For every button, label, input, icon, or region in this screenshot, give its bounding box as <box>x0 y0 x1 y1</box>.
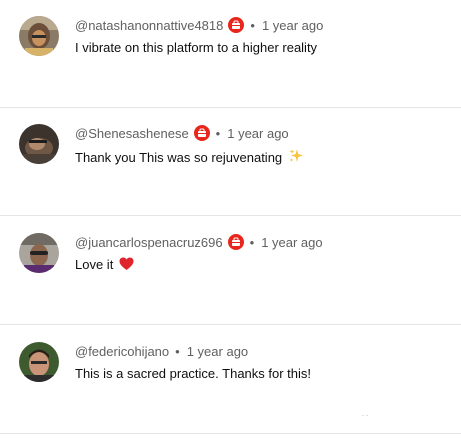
separator-dot: • <box>250 17 255 33</box>
member-badge-icon <box>193 125 210 141</box>
member-badge-icon <box>227 234 244 250</box>
comment-item: @Shenesashenese • 1 year ago Thank you T… <box>0 108 461 216</box>
comment-header: @juancarlospenacruz696 • 1 year ago <box>75 233 323 251</box>
member-badge-icon <box>228 17 245 33</box>
comment-text: This is a sacred practice. Thanks for th… <box>75 366 311 381</box>
separator-dot: • <box>215 125 221 141</box>
avatar-image <box>19 16 59 56</box>
comment-text-body: Love it <box>75 257 114 272</box>
comment-text-body: Thank you This was so rejuvenating <box>75 150 283 165</box>
comment-text: Love it <box>75 257 134 272</box>
comment-header: @natashanonnattive4818 • 1 year ago <box>75 16 323 34</box>
comment-timestamp[interactable]: 1 year ago <box>187 344 248 359</box>
avatar[interactable] <box>19 16 59 56</box>
comment-item: @federicohijano • 1 year ago This is a s… <box>0 326 461 434</box>
sparkles-icon <box>288 148 304 164</box>
avatar-image <box>19 342 59 382</box>
comment-text-body: I vibrate on this platform to a higher r… <box>75 40 318 55</box>
author-handle[interactable]: @federicohijano <box>75 344 169 359</box>
comment-list: @natashanonnattive4818 • 1 year ago I vi… <box>0 0 461 440</box>
separator-dot: • <box>175 343 180 359</box>
comment-timestamp[interactable]: 1 year ago <box>262 18 323 33</box>
avatar-image <box>19 124 59 164</box>
avatar[interactable] <box>19 233 59 273</box>
author-handle[interactable]: @Shenesashenese <box>75 126 189 141</box>
avatar[interactable] <box>19 342 59 382</box>
comment-timestamp[interactable]: 1 year ago <box>261 235 322 250</box>
separator-dot: • <box>249 234 255 250</box>
comment-text: I vibrate on this platform to a higher r… <box>75 40 317 55</box>
author-handle[interactable]: @juancarlospenacruz696 <box>75 235 223 250</box>
avatar-image <box>19 233 59 273</box>
comment-header: @federicohijano • 1 year ago <box>75 342 248 360</box>
author-handle[interactable]: @natashanonnattive4818 <box>75 18 223 33</box>
ellipsis-hint-icon: ˙˙ <box>362 414 370 424</box>
comment-text: Thank you This was so rejuvenating <box>75 148 304 165</box>
comment-header: @Shenesashenese • 1 year ago <box>75 124 289 142</box>
comment-text-body: This is a sacred practice. Thanks for th… <box>75 366 312 381</box>
comment-item: @juancarlospenacruz696 • 1 year ago Love… <box>0 217 461 325</box>
red-heart-icon <box>119 257 134 271</box>
comment-item: @natashanonnattive4818 • 1 year ago I vi… <box>0 0 461 108</box>
avatar[interactable] <box>19 124 59 164</box>
comment-timestamp[interactable]: 1 year ago <box>227 126 288 141</box>
